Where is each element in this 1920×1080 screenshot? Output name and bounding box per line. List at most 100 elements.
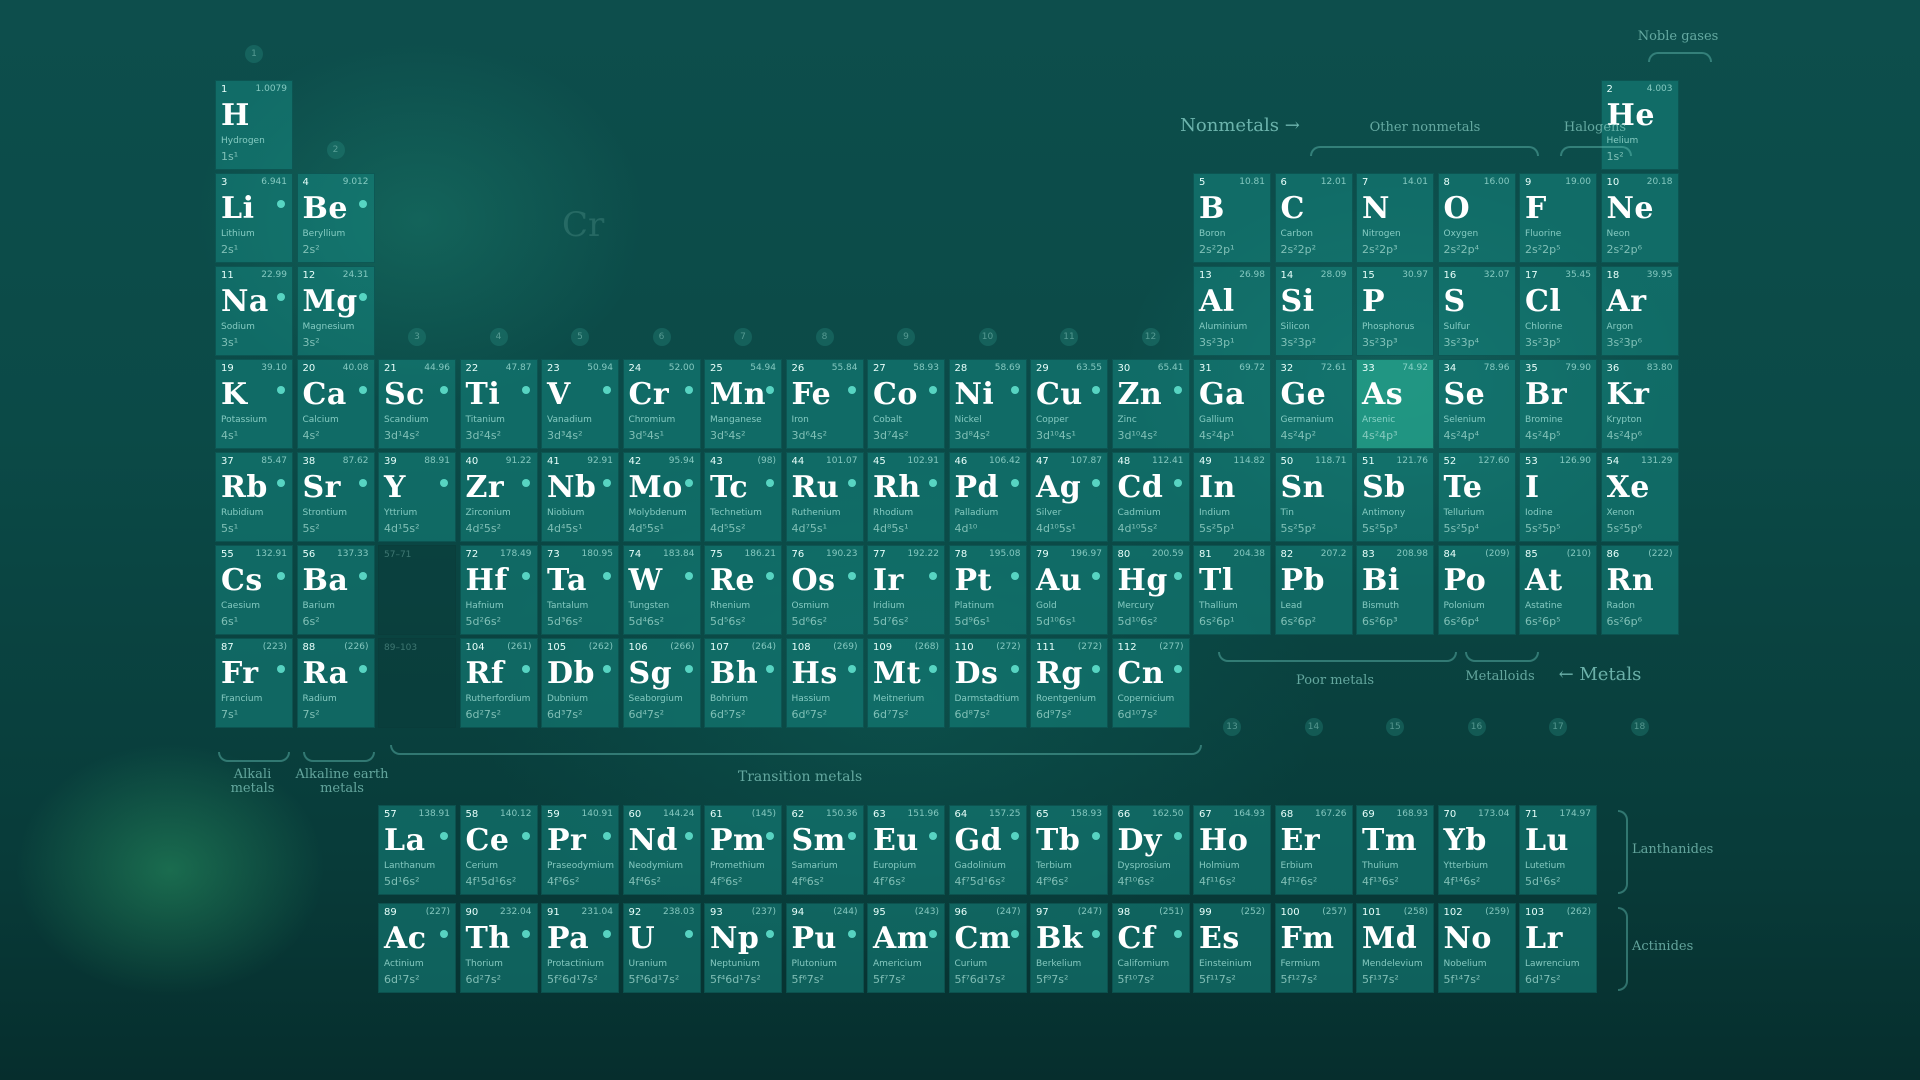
element-sulfur[interactable]: 16 32.07 S Sulfur 3s²3p⁴ (1437, 266, 1516, 356)
element-astatine[interactable]: 85 (210) At Astatine 6s²6p⁵ (1519, 545, 1597, 635)
element-yttrium[interactable]: 39 88.91 Y Yttrium 4d¹5s² (378, 452, 456, 542)
element-hafnium[interactable]: 72 178.49 Hf Hafnium 5d²6s² (459, 545, 538, 635)
element-selenium[interactable]: 34 78.96 Se Selenium 4s²4p⁴ (1437, 359, 1516, 449)
element-fermium[interactable]: 100 (257) Fm Fermium 5f¹²7s² (1274, 903, 1353, 993)
element-ytterbium[interactable]: 70 173.04 Yb Ytterbium 4f¹⁴6s² (1437, 805, 1516, 895)
element-lithium[interactable]: 3 6.941 Li Lithium 2s¹ (215, 173, 293, 263)
element-copernicium[interactable]: 112 (277) Cn Copernicium 6d¹⁰7s² (1111, 638, 1190, 728)
element-calcium[interactable]: 20 40.08 Ca Calcium 4s² (296, 359, 375, 449)
element-manganese[interactable]: 25 54.94 Mn Manganese 3d⁵4s² (704, 359, 782, 449)
element-scandium[interactable]: 21 44.96 Sc Scandium 3d¹4s² (378, 359, 456, 449)
element-chlorine[interactable]: 17 35.45 Cl Chlorine 3s²3p⁵ (1519, 266, 1597, 356)
element-seaborgium[interactable]: 106 (266) Sg Seaborgium 6d⁴7s² (622, 638, 701, 728)
element-mendelevium[interactable]: 101 (258) Md Mendelevium 5f¹³7s² (1356, 903, 1434, 993)
element-darmstadtium[interactable]: 110 (272) Ds Darmstadtium 6d⁸7s² (948, 638, 1027, 728)
element-curium[interactable]: 96 (247) Cm Curium 5f⁷6d¹7s² (948, 903, 1027, 993)
element-bohrium[interactable]: 107 (264) Bh Bohrium 6d⁵7s² (704, 638, 782, 728)
element-holmium[interactable]: 67 164.93 Ho Holmium 4f¹¹6s² (1193, 805, 1271, 895)
element-lutetium[interactable]: 71 174.97 Lu Lutetium 5d¹6s² (1519, 805, 1597, 895)
element-lanthanum[interactable]: 57 138.91 La Lanthanum 5d¹6s² (378, 805, 456, 895)
element-polonium[interactable]: 84 (209) Po Polonium 6s²6p⁴ (1437, 545, 1516, 635)
element-tin[interactable]: 50 118.71 Sn Tin 5s²5p² (1274, 452, 1353, 542)
element-argon[interactable]: 18 39.95 Ar Argon 3s²3p⁶ (1600, 266, 1679, 356)
element-meitnerium[interactable]: 109 (268) Mt Meitnerium 6d⁷7s² (867, 638, 945, 728)
element-copper[interactable]: 29 63.55 Cu Copper 3d¹⁰4s¹ (1030, 359, 1108, 449)
element-promethium[interactable]: 61 (145) Pm Promethium 4f⁵6s² (704, 805, 782, 895)
element-neodymium[interactable]: 60 144.24 Nd Neodymium 4f⁴6s² (622, 805, 701, 895)
element-magnesium[interactable]: 12 24.31 Mg Magnesium 3s² (296, 266, 375, 356)
element-strontium[interactable]: 38 87.62 Sr Strontium 5s² (296, 452, 375, 542)
element-tungsten[interactable]: 74 183.84 W Tungsten 5d⁴6s² (622, 545, 701, 635)
element-hassium[interactable]: 108 (269) Hs Hassium 6d⁶7s² (785, 638, 864, 728)
element-sodium[interactable]: 11 22.99 Na Sodium 3s¹ (215, 266, 293, 356)
element-cobalt[interactable]: 27 58.93 Co Cobalt 3d⁷4s² (867, 359, 945, 449)
element-phosphorus[interactable]: 15 30.97 P Phosphorus 3s²3p³ (1356, 266, 1434, 356)
element-zinc[interactable]: 30 65.41 Zn Zinc 3d¹⁰4s² (1111, 359, 1190, 449)
element-antimony[interactable]: 51 121.76 Sb Antimony 5s²5p³ (1356, 452, 1434, 542)
element-berkelium[interactable]: 97 (247) Bk Berkelium 5f⁹7s² (1030, 903, 1108, 993)
element-plutonium[interactable]: 94 (244) Pu Plutonium 5f⁶7s² (785, 903, 864, 993)
element-aluminium[interactable]: 13 26.98 Al Aluminium 3s²3p¹ (1193, 266, 1271, 356)
element-potassium[interactable]: 19 39.10 K Potassium 4s¹ (215, 359, 293, 449)
element-titanium[interactable]: 22 47.87 Ti Titanium 3d²4s² (459, 359, 538, 449)
element-actinium[interactable]: 89 (227) Ac Actinium 6d¹7s² (378, 903, 456, 993)
element-americium[interactable]: 95 (243) Am Americium 5f⁷7s² (867, 903, 945, 993)
element-radon[interactable]: 86 (222) Rn Radon 6s²6p⁶ (1600, 545, 1679, 635)
element-protactinium[interactable]: 91 231.04 Pa Protactinium 5f²6d¹7s² (541, 903, 619, 993)
element-praseodymium[interactable]: 59 140.91 Pr Praseodymium 4f³6s² (541, 805, 619, 895)
element-ruthenium[interactable]: 44 101.07 Ru Ruthenium 4d⁷5s¹ (785, 452, 864, 542)
element-boron[interactable]: 5 10.81 B Boron 2s²2p¹ (1193, 173, 1271, 263)
element-europium[interactable]: 63 151.96 Eu Europium 4f⁷6s² (867, 805, 945, 895)
element-nitrogen[interactable]: 7 14.01 N Nitrogen 2s²2p³ (1356, 173, 1434, 263)
element-dubnium[interactable]: 105 (262) Db Dubnium 6d³7s² (541, 638, 619, 728)
element-xenon[interactable]: 54 131.29 Xe Xenon 5s²5p⁶ (1600, 452, 1679, 542)
element-gold[interactable]: 79 196.97 Au Gold 5d¹⁰6s¹ (1030, 545, 1108, 635)
element-hydrogen[interactable]: 1 1.0079 H Hydrogen 1s¹ (215, 80, 293, 170)
element-uranium[interactable]: 92 238.03 U Uranium 5f³6d¹7s² (622, 903, 701, 993)
element-molybdenum[interactable]: 42 95.94 Mo Molybdenum 4d⁵5s¹ (622, 452, 701, 542)
element-nickel[interactable]: 28 58.69 Ni Nickel 3d⁸4s² (948, 359, 1027, 449)
element-einsteinium[interactable]: 99 (252) Es Einsteinium 5f¹¹7s² (1193, 903, 1271, 993)
element-radium[interactable]: 88 (226) Ra Radium 7s² (296, 638, 375, 728)
element-californium[interactable]: 98 (251) Cf Californium 5f¹⁰7s² (1111, 903, 1190, 993)
element-tellurium[interactable]: 52 127.60 Te Tellurium 5s²5p⁴ (1437, 452, 1516, 542)
element-chromium[interactable]: 24 52.00 Cr Chromium 3d⁵4s¹ (622, 359, 701, 449)
element-carbon[interactable]: 6 12.01 C Carbon 2s²2p² (1274, 173, 1353, 263)
element-palladium[interactable]: 46 106.42 Pd Palladium 4d¹⁰ (948, 452, 1027, 542)
element-cadmium[interactable]: 48 112.41 Cd Cadmium 4d¹⁰5s² (1111, 452, 1190, 542)
element-niobium[interactable]: 41 92.91 Nb Niobium 4d⁴5s¹ (541, 452, 619, 542)
element-gadolinium[interactable]: 64 157.25 Gd Gadolinium 4f⁷5d¹6s² (948, 805, 1027, 895)
element-lead[interactable]: 82 207.2 Pb Lead 6s²6p² (1274, 545, 1353, 635)
element-vanadium[interactable]: 23 50.94 V Vanadium 3d³4s² (541, 359, 619, 449)
element-caesium[interactable]: 55 132.91 Cs Caesium 6s¹ (215, 545, 293, 635)
element-platinum[interactable]: 78 195.08 Pt Platinum 5d⁹6s¹ (948, 545, 1027, 635)
element-neon[interactable]: 10 20.18 Ne Neon 2s²2p⁶ (1600, 173, 1679, 263)
element-germanium[interactable]: 32 72.61 Ge Germanium 4s²4p² (1274, 359, 1353, 449)
element-iodine[interactable]: 53 126.90 I Iodine 5s²5p⁵ (1519, 452, 1597, 542)
element-cerium[interactable]: 58 140.12 Ce Cerium 4f¹5d¹6s² (459, 805, 538, 895)
element-dysprosium[interactable]: 66 162.50 Dy Dysprosium 4f¹⁰6s² (1111, 805, 1190, 895)
element-iron[interactable]: 26 55.84 Fe Iron 3d⁶4s² (785, 359, 864, 449)
element-rubidium[interactable]: 37 85.47 Rb Rubidium 5s¹ (215, 452, 293, 542)
element-thorium[interactable]: 90 232.04 Th Thorium 6d²7s² (459, 903, 538, 993)
element-rutherfordium[interactable]: 104 (261) Rf Rutherfordium 6d²7s² (459, 638, 538, 728)
element-rhodium[interactable]: 45 102.91 Rh Rhodium 4d⁸5s¹ (867, 452, 945, 542)
element-samarium[interactable]: 62 150.36 Sm Samarium 4f⁶6s² (785, 805, 864, 895)
element-silicon[interactable]: 14 28.09 Si Silicon 3s²3p² (1274, 266, 1353, 356)
element-zirconium[interactable]: 40 91.22 Zr Zirconium 4d²5s² (459, 452, 538, 542)
element-bismuth[interactable]: 83 208.98 Bi Bismuth 6s²6p³ (1356, 545, 1434, 635)
element-thulium[interactable]: 69 168.93 Tm Thulium 4f¹³6s² (1356, 805, 1434, 895)
element-oxygen[interactable]: 8 16.00 O Oxygen 2s²2p⁴ (1437, 173, 1516, 263)
element-barium[interactable]: 56 137.33 Ba Barium 6s² (296, 545, 375, 635)
element-osmium[interactable]: 76 190.23 Os Osmium 5d⁶6s² (785, 545, 864, 635)
element-rhenium[interactable]: 75 186.21 Re Rhenium 5d⁵6s² (704, 545, 782, 635)
element-gallium[interactable]: 31 69.72 Ga Gallium 4s²4p¹ (1193, 359, 1271, 449)
element-mercury[interactable]: 80 200.59 Hg Mercury 5d¹⁰6s² (1111, 545, 1190, 635)
element-beryllium[interactable]: 4 9.012 Be Beryllium 2s² (296, 173, 375, 263)
element-francium[interactable]: 87 (223) Fr Francium 7s¹ (215, 638, 293, 728)
element-nobelium[interactable]: 102 (259) No Nobelium 5f¹⁴7s² (1437, 903, 1516, 993)
element-terbium[interactable]: 65 158.93 Tb Terbium 4f⁹6s² (1030, 805, 1108, 895)
element-arsenic[interactable]: 33 74.92 As Arsenic 4s²4p³ (1356, 359, 1434, 449)
element-fluorine[interactable]: 9 19.00 F Fluorine 2s²2p⁵ (1519, 173, 1597, 263)
element-krypton[interactable]: 36 83.80 Kr Krypton 4s²4p⁶ (1600, 359, 1679, 449)
